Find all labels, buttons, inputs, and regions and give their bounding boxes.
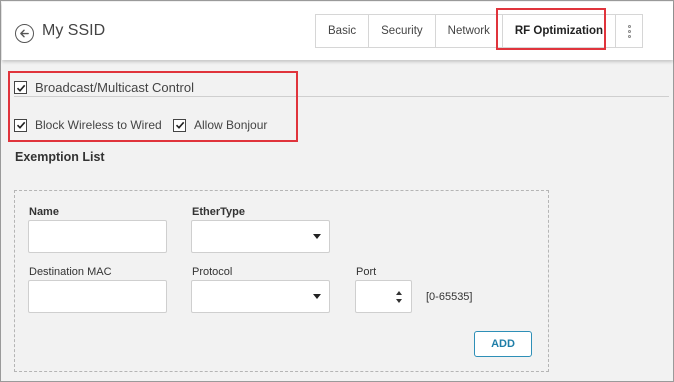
destination-mac-input[interactable] bbox=[28, 280, 167, 313]
add-button[interactable]: ADD bbox=[474, 331, 532, 357]
ethertype-select[interactable] bbox=[191, 220, 330, 253]
port-label: Port bbox=[356, 266, 377, 278]
back-icon[interactable] bbox=[15, 24, 34, 43]
ethertype-label: EtherType bbox=[192, 206, 245, 218]
tab-network[interactable]: Network bbox=[436, 15, 503, 47]
chevron-down-icon bbox=[313, 294, 321, 299]
header: My SSID Basic Security Network RF Optimi… bbox=[2, 2, 673, 60]
port-input[interactable] bbox=[355, 280, 412, 313]
broadcast-multicast-label: Broadcast/Multicast Control bbox=[35, 80, 194, 95]
allow-bonjour-checkbox[interactable]: Allow Bonjour bbox=[173, 118, 267, 132]
protocol-select[interactable] bbox=[191, 280, 330, 313]
checkbox-checked-icon bbox=[14, 118, 27, 132]
tab-security[interactable]: Security bbox=[369, 15, 436, 47]
allow-bonjour-label: Allow Bonjour bbox=[194, 118, 268, 132]
protocol-label: Protocol bbox=[192, 266, 233, 278]
broadcast-multicast-checkbox[interactable]: Broadcast/Multicast Control bbox=[14, 80, 194, 95]
block-wireless-to-wired-label: Block Wireless to Wired bbox=[35, 118, 162, 132]
destination-mac-label: Destination MAC bbox=[29, 266, 112, 278]
section-divider bbox=[14, 96, 669, 97]
exemption-list-title: Exemption List bbox=[15, 150, 105, 164]
spinner-icon[interactable] bbox=[395, 291, 403, 303]
checkbox-checked-icon bbox=[173, 118, 186, 132]
tab-basic[interactable]: Basic bbox=[316, 15, 370, 47]
tab-rf-optimization[interactable]: RF Optimization bbox=[503, 15, 617, 47]
port-range-hint: [0-65535] bbox=[426, 291, 473, 303]
tab-bar: Basic Security Network RF Optimization bbox=[315, 14, 644, 48]
name-input[interactable] bbox=[28, 220, 167, 253]
kebab-vertical-icon bbox=[627, 24, 631, 38]
page-title: My SSID bbox=[42, 22, 106, 39]
chevron-down-icon bbox=[313, 234, 321, 239]
checkbox-checked-icon bbox=[14, 81, 27, 94]
more-tabs-button[interactable] bbox=[616, 15, 642, 47]
name-label: Name bbox=[29, 206, 59, 218]
block-wireless-to-wired-checkbox[interactable]: Block Wireless to Wired bbox=[14, 118, 162, 132]
